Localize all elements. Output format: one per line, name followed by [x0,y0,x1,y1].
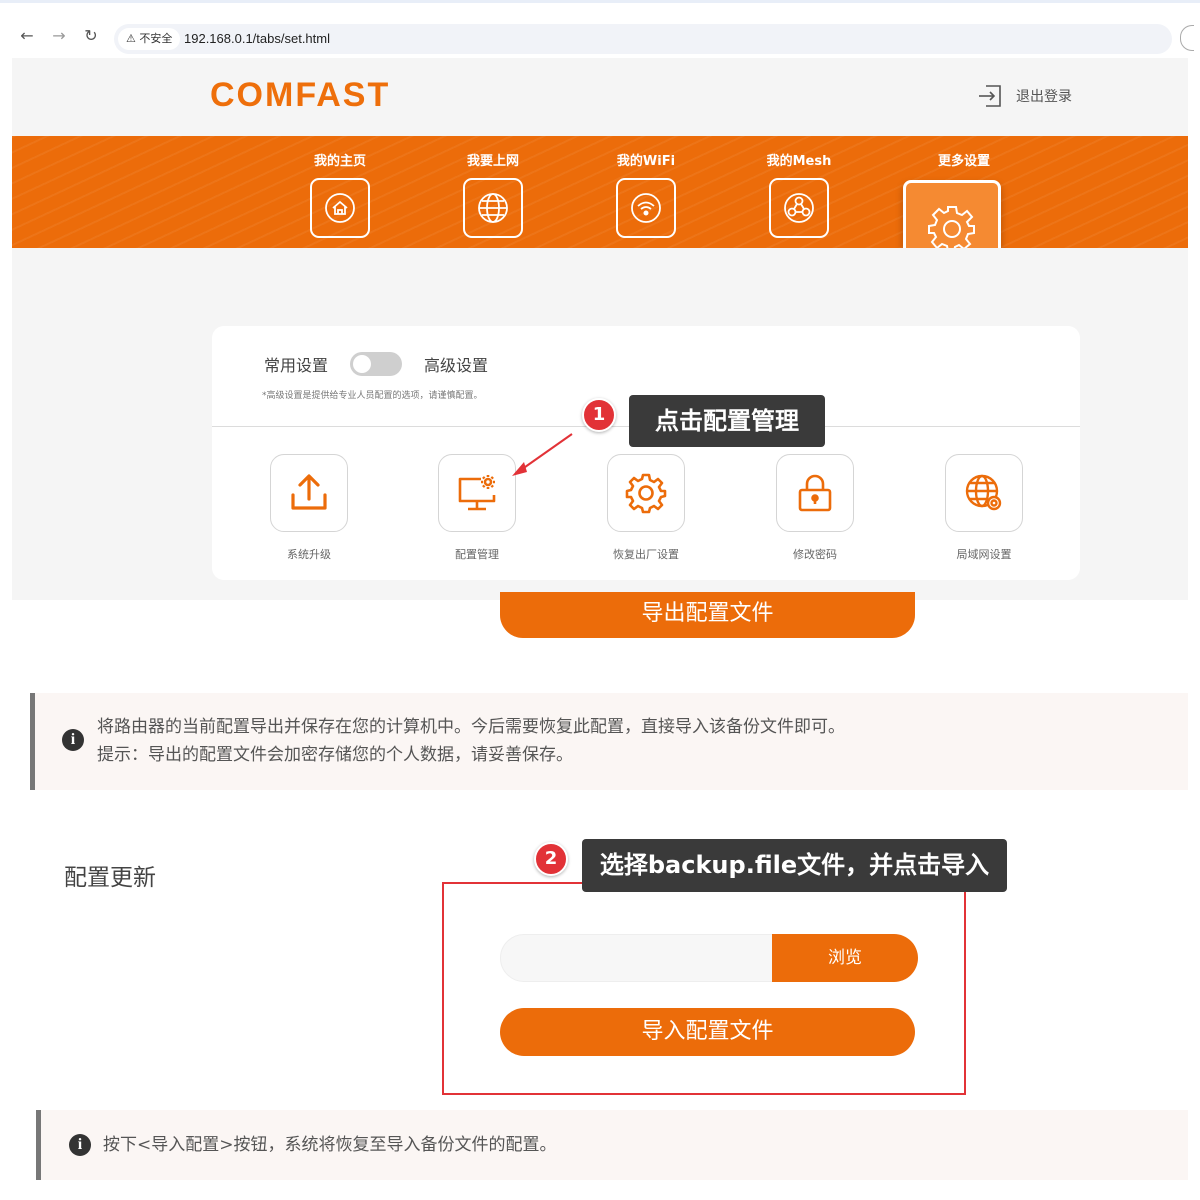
info-icon: i [62,729,84,751]
export-info-line-2: 提示：导出的配置文件会加密存储您的个人数据，请妥善保存。 [97,745,573,765]
toolbar-edge [1180,25,1194,51]
common-settings-label: 常用设置 [264,356,329,375]
tool-change-password[interactable]: 修改密码 [755,454,875,562]
logout-icon [979,85,1001,107]
settings-card: 常用设置 高级设置 *高级设置是提供给专业人员配置的选项，请谨慎配置。 系统升级… [212,326,1080,580]
lan-globe-icon [965,474,1002,511]
home-icon [325,193,355,223]
tool-label: 修改密码 [793,548,837,561]
address-bar[interactable]: ⚠ 不安全 192.168.0.1/tabs/set.html [114,24,1172,54]
forward-icon[interactable]: → [48,25,70,47]
reload-icon[interactable]: ↻ [80,25,102,47]
tool-label: 配置管理 [455,548,499,561]
nav-tile[interactable] [463,178,523,238]
config-monitor-icon [458,475,496,511]
export-config-button[interactable]: 导出配置文件 [500,592,915,638]
config-update-title: 配置更新 [64,865,156,891]
export-info-box: i 将路由器的当前配置导出并保存在您的计算机中。今后需要恢复此配置，直接导入该备… [30,693,1188,790]
nav-label: 更多设置 [937,154,990,169]
tool-tile[interactable] [607,454,685,532]
url-text[interactable]: 192.168.0.1/tabs/set.html [184,24,330,54]
nav-item-more-settings[interactable]: 更多设置 [924,150,1004,170]
annotation-highlight-box [442,882,966,1095]
tool-system-upgrade[interactable]: 系统升级 [249,454,369,562]
nav-item-internet[interactable]: 我要上网 [453,150,533,238]
import-config-button[interactable]: 导入配置文件 [500,1008,915,1056]
nav-tile[interactable] [616,178,676,238]
globe-icon [478,193,508,223]
mesh-icon [784,193,814,223]
logout-label: 退出登录 [1016,89,1072,105]
advanced-settings-label: 高级设置 [424,356,489,375]
toggle-knob [353,355,372,373]
tool-label: 恢复出厂设置 [613,548,679,561]
nav-tile[interactable] [310,178,370,238]
tool-label: 局域网设置 [956,548,1012,561]
nav-label: 我的主页 [313,154,366,169]
router-header: COMFAST 退出登录 [12,58,1188,136]
nav-label: 我的Mesh [766,154,832,169]
tool-lan-settings[interactable]: 局域网设置 [924,454,1044,562]
logout-button[interactable]: 退出登录 [976,80,1072,112]
info-icon: i [69,1134,91,1156]
back-icon[interactable]: ← [16,25,38,47]
tool-tile[interactable] [270,454,348,532]
mode-switch-row: 常用设置 高级设置 [264,352,488,376]
browse-button[interactable]: 浏览 [772,934,918,982]
wifi-icon [631,193,661,223]
import-info-box: i 按下<导入配置>按钮，系统将恢复至导入备份文件的配置。 [36,1110,1188,1180]
logo: COMFAST [210,76,391,114]
security-warning[interactable]: ⚠ 不安全 [118,28,181,50]
upload-icon [291,474,327,510]
step-2-callout: 选择backup.file文件，并点击导入 [582,839,1007,892]
advanced-toggle[interactable] [350,352,403,376]
tool-factory-reset[interactable]: 恢复出厂设置 [586,454,706,562]
nav-tile[interactable] [769,178,829,238]
nav-item-wifi[interactable]: 我的WiFi [606,150,686,238]
nav-label: 我要上网 [466,154,519,169]
tool-tile[interactable] [776,454,854,532]
step-1-callout: 点击配置管理 [629,395,825,447]
tool-tile[interactable] [945,454,1023,532]
export-info-line-1: 将路由器的当前配置导出并保存在您的计算机中。今后需要恢复此配置，直接导入该备份文… [97,717,845,737]
advanced-note: *高级设置是提供给专业人员配置的选项，请谨慎配置。 [262,391,483,401]
lock-icon [798,474,832,512]
tool-label: 系统升级 [287,548,331,561]
nav-label: 我的WiFi [616,154,676,169]
nav-item-mesh[interactable]: 我的Mesh [759,150,839,238]
gear-icon [625,473,667,514]
browser-toolbar: ← → ↻ ⚠ 不安全 192.168.0.1/tabs/set.html [0,0,1200,58]
main-nav: 我的主页 我要上网 我的WiFi 我的Mesh 更多设置 [12,136,1188,248]
annotation-arrow [512,433,573,476]
import-info-text: 按下<导入配置>按钮，系统将恢复至导入备份文件的配置。 [103,1135,557,1155]
step-1-badge: 1 [582,398,616,432]
step-2-badge: 2 [534,842,568,876]
file-path-input[interactable] [500,934,774,982]
nav-item-home[interactable]: 我的主页 [300,150,380,238]
